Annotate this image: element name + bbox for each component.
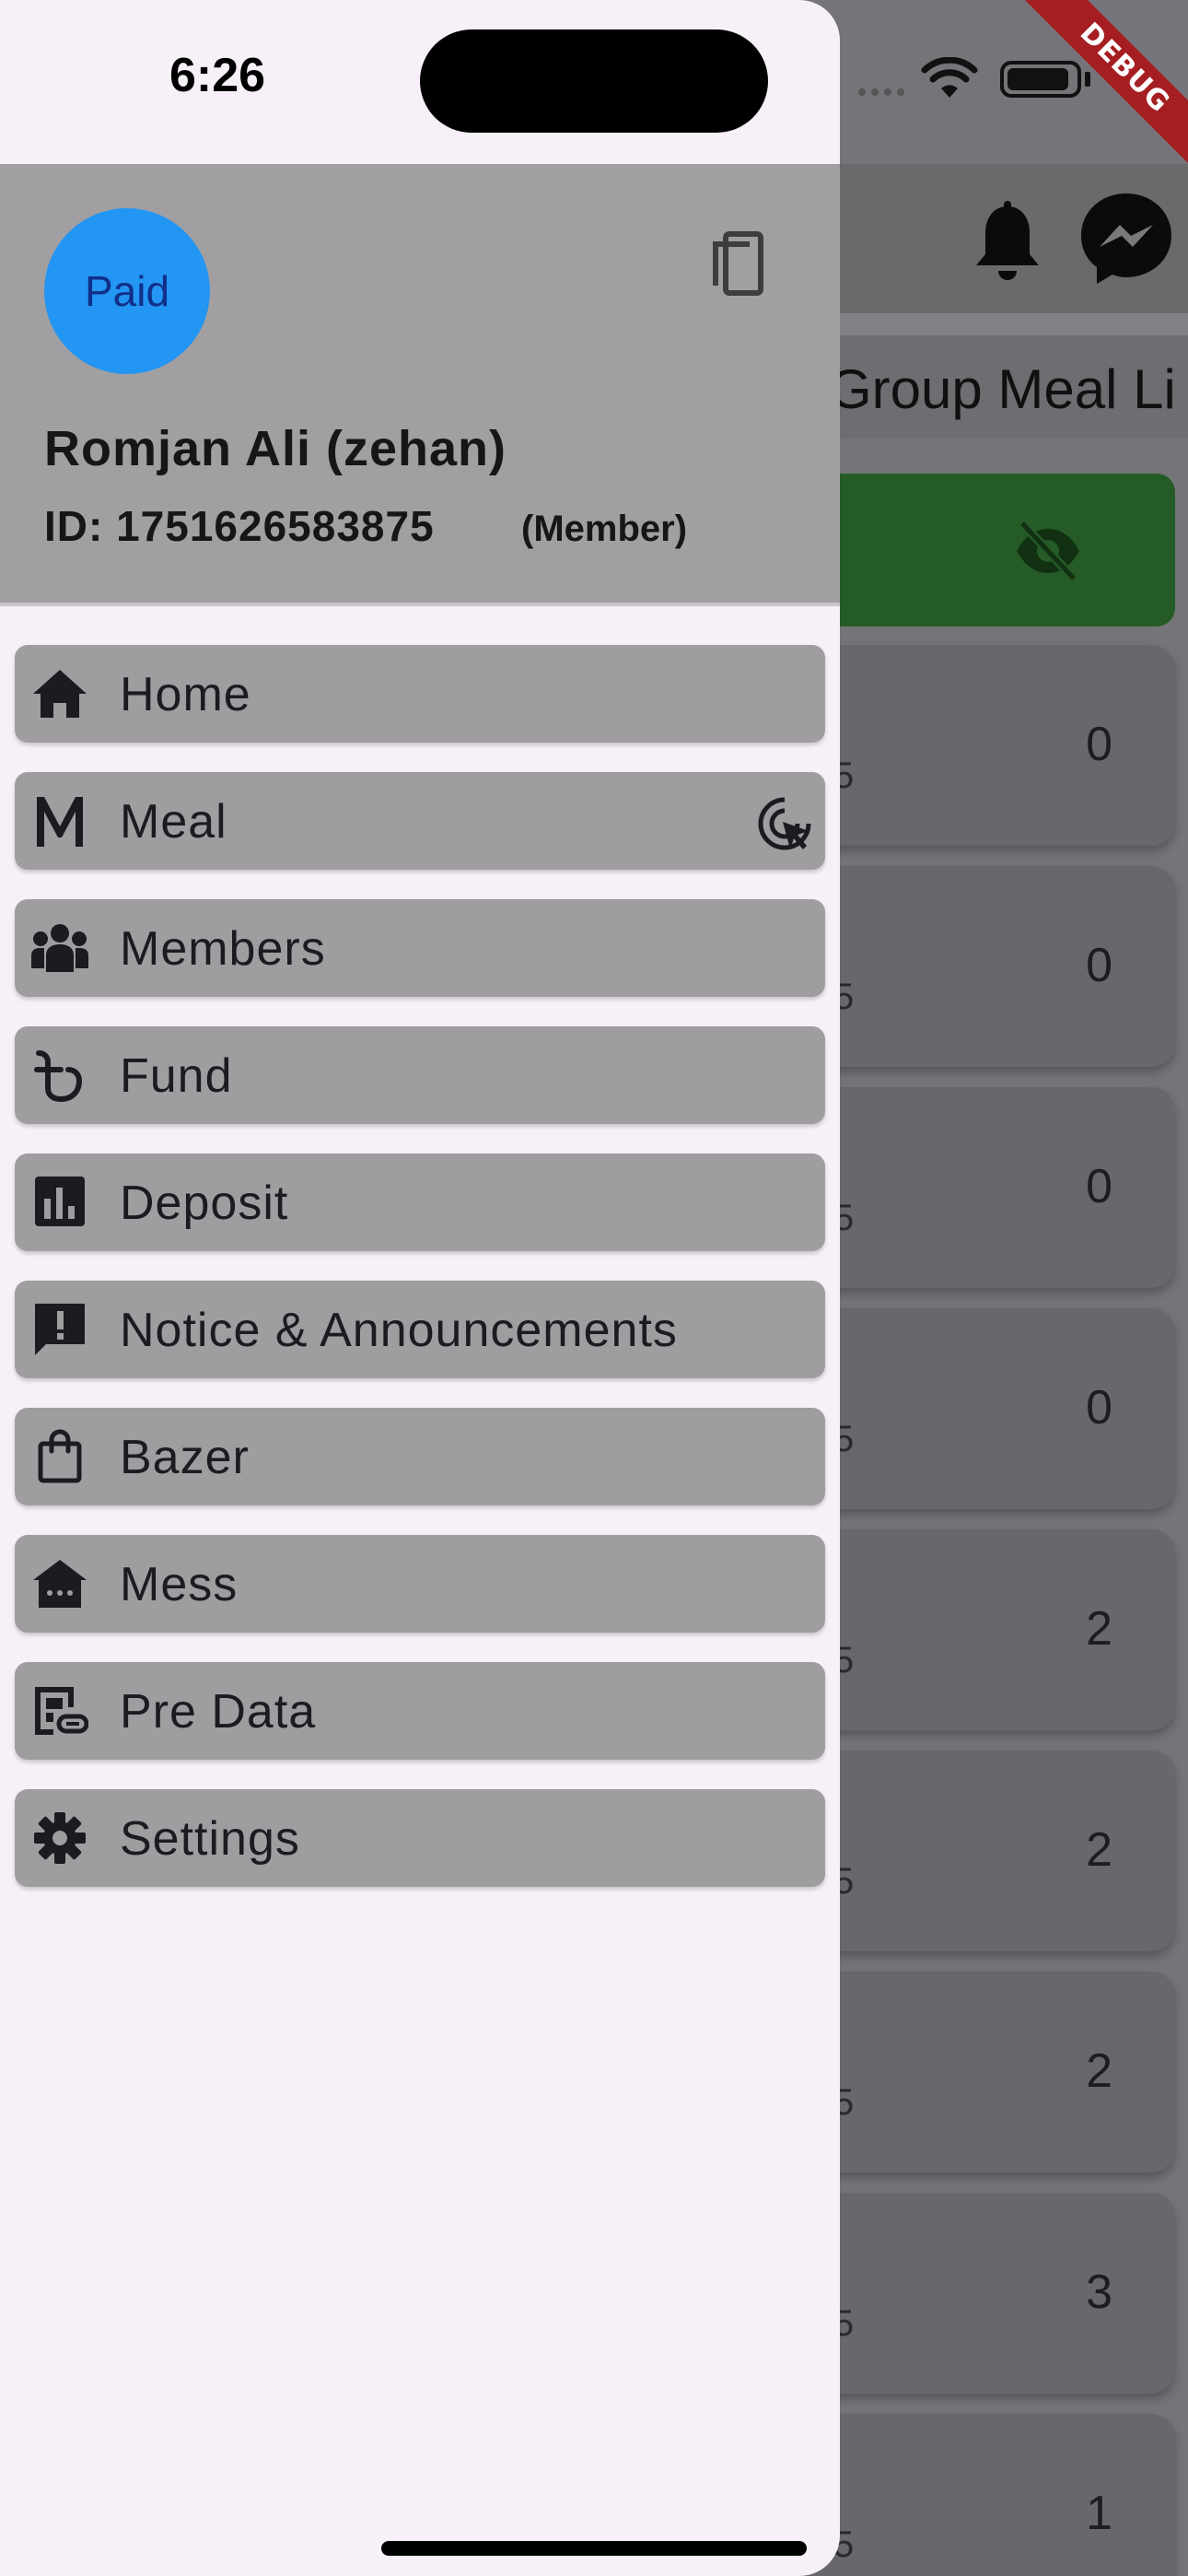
drawer-item-home[interactable]: Home	[15, 645, 825, 743]
background-tab-label: Group Meal Li	[829, 358, 1176, 420]
list-item-value: 1	[1086, 2487, 1112, 2540]
house-icon	[33, 1560, 87, 1608]
list-item-value: 2	[1086, 1823, 1112, 1877]
bell-icon[interactable]	[971, 201, 1044, 284]
copy-icon[interactable]	[707, 228, 766, 297]
drawer-item-label: Members	[120, 922, 326, 976]
drawer-item-label: Bazer	[120, 1431, 250, 1484]
user-id: ID: 1751626583875	[44, 502, 435, 550]
drawer-item-fund[interactable]: Fund	[15, 1026, 825, 1124]
drawer-item-deposit[interactable]: Deposit	[15, 1153, 825, 1251]
messenger-icon[interactable]	[1077, 190, 1175, 287]
list-item-value: 0	[1086, 1160, 1112, 1213]
drawer-header: Paid Romjan Ali (zehan) ID: 175162658387…	[0, 164, 840, 606]
ads-click-icon[interactable]	[757, 796, 812, 851]
battery-icon	[1000, 61, 1081, 98]
drawer-item-label: Fund	[120, 1049, 233, 1103]
drawer-item-notice[interactable]: Notice & Announcements	[15, 1281, 825, 1378]
drawer-item-settings[interactable]: Settings	[15, 1789, 825, 1887]
dynamic-island	[420, 29, 768, 133]
meal-m-icon	[37, 797, 83, 847]
battery-tip	[1085, 72, 1090, 87]
drawer-item-members[interactable]: Members	[15, 899, 825, 997]
navigation-drawer: 6:26 Paid Romjan Ali (zehan) ID: 1751626…	[0, 0, 840, 2576]
list-item-value: 2	[1086, 2044, 1112, 2098]
list-item-value: 0	[1086, 718, 1112, 771]
list-item-value: 0	[1086, 1381, 1112, 1434]
taka-icon	[34, 1050, 83, 1103]
data-link-icon	[35, 1687, 88, 1735]
list-item-value: 3	[1086, 2266, 1112, 2319]
list-item-value: 2	[1086, 1602, 1112, 1656]
drawer-item-label: Mess	[120, 1558, 239, 1611]
groups-icon	[31, 924, 88, 972]
drawer-item-mess[interactable]: Mess	[15, 1535, 825, 1633]
drawer-item-bazer[interactable]: Bazer	[15, 1408, 825, 1505]
status-time: 6:26	[169, 49, 266, 102]
wifi-icon	[921, 57, 978, 98]
announcement-icon	[35, 1304, 85, 1355]
drawer-item-pre-data[interactable]: Pre Data	[15, 1662, 825, 1760]
drawer-item-label: Meal	[120, 795, 227, 849]
avatar-label: Paid	[84, 267, 170, 315]
user-name: Romjan Ali (zehan)	[44, 421, 507, 476]
visibility-off-icon	[1017, 520, 1079, 582]
drawer-item-label: Pre Data	[120, 1685, 317, 1739]
signal-icon	[858, 88, 904, 96]
drawer-item-label: Home	[120, 668, 251, 721]
bar-chart-icon	[35, 1177, 85, 1226]
list-item-value: 0	[1086, 939, 1112, 992]
gear-icon	[34, 1812, 86, 1864]
shopping-bag-icon	[38, 1429, 82, 1483]
home-indicator[interactable]	[381, 2541, 807, 2556]
drawer-item-label: Deposit	[120, 1177, 289, 1230]
drawer-item-label: Notice & Announcements	[120, 1304, 678, 1357]
avatar-paid-badge[interactable]: Paid	[44, 208, 210, 374]
drawer-item-label: Settings	[120, 1812, 300, 1866]
home-icon	[33, 670, 87, 718]
user-role: (Member)	[521, 509, 688, 549]
drawer-item-meal[interactable]: Meal	[15, 772, 825, 870]
